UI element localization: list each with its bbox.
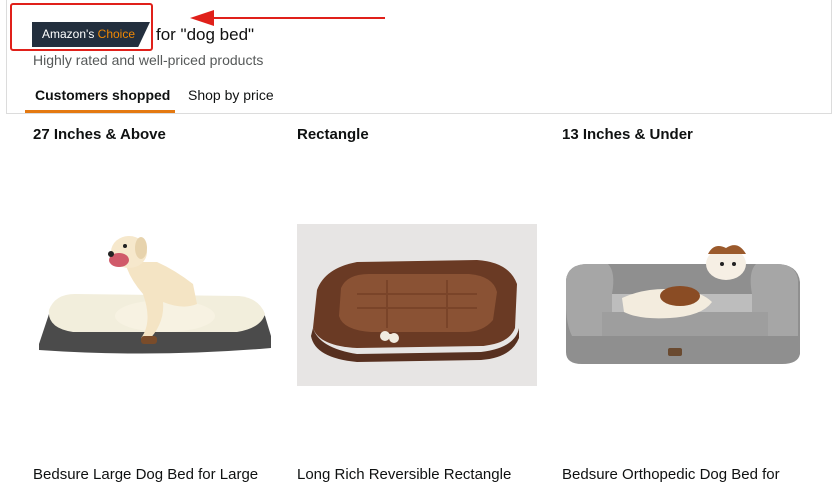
tab-customers-shopped[interactable]: Customers shopped bbox=[35, 87, 170, 103]
dog-bed-image[interactable] bbox=[33, 224, 273, 386]
widget-subtitle: Highly rated and well-priced products bbox=[33, 52, 264, 68]
tab-shop-by-price[interactable]: Shop by price bbox=[188, 87, 274, 103]
active-tab-underline bbox=[25, 110, 175, 113]
annotation-highlight-box bbox=[10, 3, 153, 51]
product-card[interactable]: Rectangle Long Rich Reversible Rectangle bbox=[297, 126, 547, 492]
product-heading: 27 Inches & Above bbox=[33, 126, 166, 143]
product-card[interactable]: 13 Inches & Under Bedsure Orthopedic Dog… bbox=[562, 126, 812, 492]
dog-bed-image[interactable] bbox=[297, 224, 537, 386]
product-card[interactable]: 27 Inches & Above Bedsure Large Dog Bed … bbox=[33, 126, 283, 492]
product-heading: 13 Inches & Under bbox=[562, 126, 693, 143]
dog-bed-image[interactable] bbox=[562, 224, 802, 386]
amazons-choice-widget: Amazon's Choice for "dog bed" Highly rat… bbox=[0, 0, 832, 492]
product-title[interactable]: Bedsure Orthopedic Dog Bed for bbox=[562, 466, 780, 483]
search-query-text: for "dog bed" bbox=[156, 25, 255, 44]
product-title[interactable]: Bedsure Large Dog Bed for Large bbox=[33, 466, 258, 483]
product-title[interactable]: Long Rich Reversible Rectangle bbox=[297, 466, 511, 483]
product-heading: Rectangle bbox=[297, 126, 369, 143]
